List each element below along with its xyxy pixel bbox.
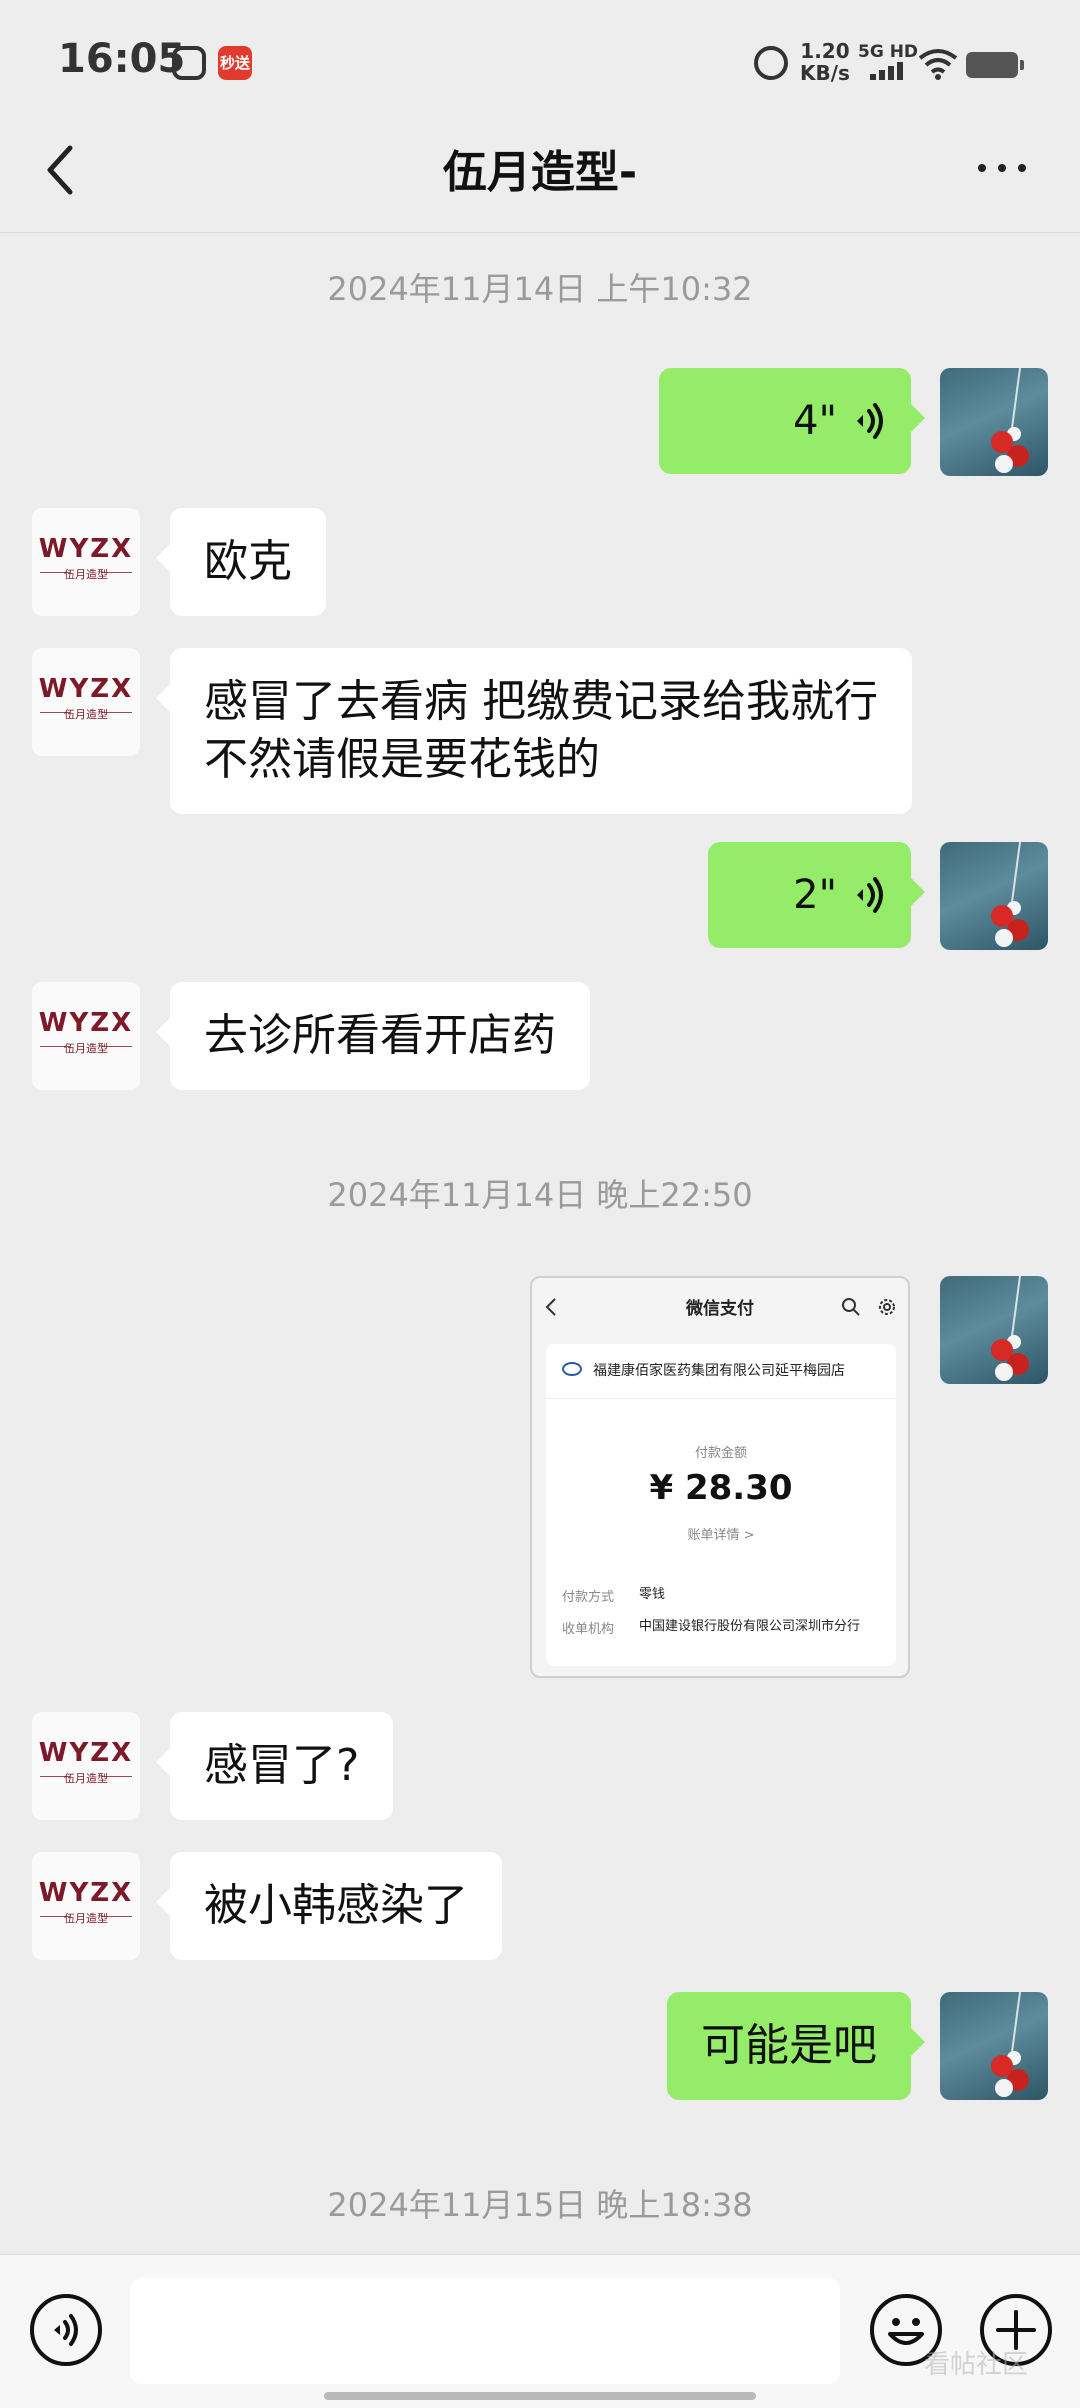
payee-value: 中国建设银行股份有限公司深圳市分行	[639, 1619, 861, 1634]
contact-avatar[interactable]: WYZX 伍月造型	[32, 508, 140, 616]
message-bubble[interactable]: 感冒了去看病 把缴费记录给我就行 不然请假是要花钱的	[156, 648, 912, 814]
gear-icon	[879, 1299, 895, 1315]
wifi-icon	[918, 49, 958, 80]
voice-wave-icon	[857, 877, 883, 913]
contact-avatar[interactable]: WYZX 伍月造型	[32, 982, 140, 1090]
net-speed: 1.20 KB/s	[800, 40, 850, 84]
net-speed-value: 1.20	[800, 39, 850, 63]
payment-detail-card: 福建康佰家医药集团有限公司延平梅园店 付款金额 ¥ 28.30 账单详情 > 付…	[546, 1344, 896, 1666]
divider	[546, 1398, 896, 1399]
my-avatar[interactable]	[940, 368, 1048, 476]
message-bubble[interactable]: 去诊所看看开店药	[156, 982, 590, 1090]
voice-input-icon[interactable]	[30, 2294, 102, 2366]
avatar-logo: WYZX	[38, 534, 134, 564]
avatar-logo-sub: 伍月造型	[64, 1042, 108, 1055]
my-avatar[interactable]	[940, 1992, 1048, 2100]
message-bubble[interactable]: 被小韩感染了	[156, 1852, 502, 1960]
avatar-logo: WYZX	[38, 1008, 134, 1038]
message-input[interactable]	[130, 2278, 840, 2384]
more-dots-icon[interactable]	[972, 148, 1032, 188]
avatar-logo-sub: 伍月造型	[64, 708, 108, 721]
alarm-icon	[754, 46, 788, 80]
voice-duration: 4"	[793, 398, 837, 444]
avatar-image	[991, 842, 1029, 947]
method-label: 付款方式	[562, 1590, 615, 1605]
message-bubble[interactable]: 可能是吧	[667, 1992, 925, 2100]
nav-divider	[0, 232, 1080, 233]
avatar-logo: WYZX	[38, 1738, 134, 1768]
avatar-logo: WYZX	[38, 674, 134, 704]
search-icon	[842, 1298, 860, 1316]
home-indicator[interactable]	[324, 2392, 756, 2400]
message-bubble[interactable]: 感冒了?	[155, 1712, 394, 1820]
method-value: 零钱	[639, 1587, 666, 1602]
watermark: 看帖社区	[924, 2350, 1029, 2380]
avatar-logo-sub: 伍月造型	[64, 568, 108, 581]
signal-icon	[870, 62, 906, 80]
avatar-logo-sub: 伍月造型	[64, 1912, 108, 1925]
timestamp: 2024年11月14日 上午10:32	[327, 270, 753, 308]
voice-wave-icon	[857, 403, 883, 439]
payee-label: 收单机构	[562, 1622, 615, 1637]
merchant-name: 福建康佰家医药集团有限公司延平梅园店	[593, 1363, 845, 1379]
contact-avatar[interactable]: WYZX 伍月造型	[32, 648, 140, 756]
my-avatar[interactable]	[940, 1276, 1048, 1384]
gesture-icon	[172, 46, 206, 80]
chat-title: 伍月造型-	[442, 147, 638, 198]
voice-message[interactable]: 2"	[708, 842, 925, 948]
contact-avatar[interactable]: WYZX 伍月造型	[32, 1852, 140, 1960]
avatar-image	[991, 368, 1029, 473]
timestamp: 2024年11月15日 晚上18:38	[327, 2186, 753, 2224]
voice-input-glyph	[54, 2314, 78, 2346]
message-bubble[interactable]: 欧克	[156, 508, 326, 616]
status-time: 16:05	[58, 36, 186, 82]
avatar-logo: WYZX	[38, 1878, 134, 1908]
payment-header: 微信支付	[532, 1278, 908, 1340]
my-avatar[interactable]	[940, 842, 1048, 950]
app-badge-icon: 秒送	[218, 46, 252, 80]
avatar-image	[991, 1276, 1029, 1381]
merchant-logo-icon	[562, 1362, 582, 1376]
signal-label: 5G HD	[858, 42, 919, 62]
bill-detail-link: 账单详情 >	[687, 1528, 755, 1543]
voice-message[interactable]: 4"	[659, 368, 925, 474]
battery-icon	[966, 52, 1024, 78]
net-speed-unit: KB/s	[800, 61, 850, 85]
amount-label: 付款金额	[694, 1446, 747, 1461]
avatar-image	[991, 1992, 1029, 2097]
timestamp: 2024年11月14日 晚上22:50	[327, 1176, 753, 1214]
contact-avatar[interactable]: WYZX 伍月造型	[32, 1712, 140, 1820]
image-message[interactable]: 微信支付 福建康佰家医药集团有限公司延平梅园店 付款金额 ¥ 28.30 账单详…	[530, 1276, 910, 1678]
avatar-logo-sub: 伍月造型	[64, 1772, 108, 1785]
voice-duration: 2"	[793, 872, 837, 918]
payment-amount: ¥ 28.30	[649, 1468, 793, 1508]
